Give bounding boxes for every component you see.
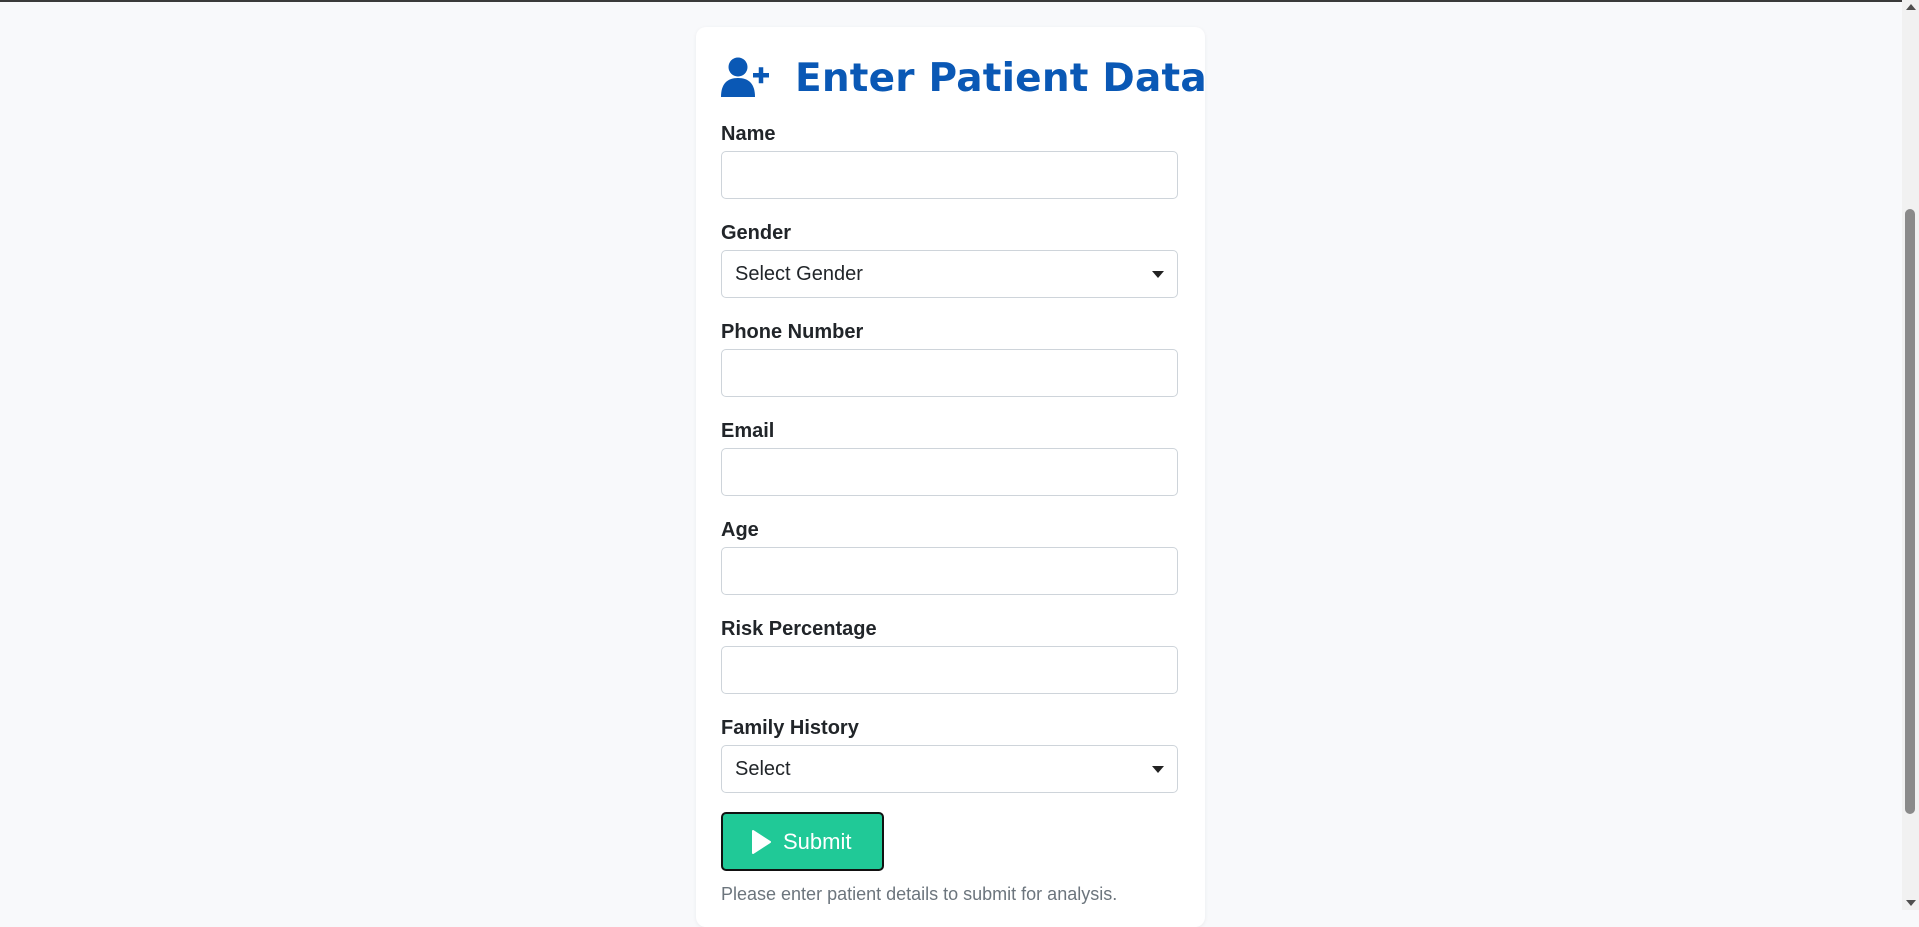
form-title-text: Enter Patient Data <box>795 55 1207 101</box>
gender-label: Gender <box>721 222 792 244</box>
scroll-down-arrow-icon[interactable] <box>1906 900 1916 906</box>
window-top-border <box>0 0 1919 2</box>
risk-percentage-label: Risk Percentage <box>721 618 877 640</box>
scrollbar-thumb[interactable] <box>1905 209 1915 814</box>
family-history-label: Family History <box>721 717 859 739</box>
name-input[interactable] <box>721 151 1178 199</box>
patient-form-card: Enter Patient Data Name Gender Select Ge… <box>696 27 1207 927</box>
play-icon <box>752 829 771 854</box>
chevron-down-icon <box>1152 766 1164 773</box>
form-hint-text: Please enter patient details to submit f… <box>721 884 1118 904</box>
family-history-select-value: Select <box>735 757 791 780</box>
family-history-select[interactable]: Select <box>721 745 1178 793</box>
risk-percentage-input[interactable] <box>721 646 1178 694</box>
scroll-up-arrow-icon[interactable] <box>1906 4 1916 10</box>
gender-select[interactable]: Select Gender <box>721 250 1178 298</box>
age-input[interactable] <box>721 547 1178 595</box>
email-label: Email <box>721 420 775 442</box>
vertical-scrollbar[interactable] <box>1902 0 1919 910</box>
email-input[interactable] <box>721 448 1178 496</box>
gender-select-value: Select Gender <box>735 262 863 285</box>
phone-label: Phone Number <box>721 321 864 343</box>
user-plus-icon <box>721 57 769 97</box>
submit-button-label: Submit <box>783 828 852 854</box>
age-label: Age <box>721 519 759 541</box>
submit-button[interactable]: Submit <box>721 812 884 871</box>
phone-input[interactable] <box>721 349 1178 397</box>
form-title: Enter Patient Data <box>721 53 1207 103</box>
name-label: Name <box>721 123 776 145</box>
chevron-down-icon <box>1152 271 1164 278</box>
